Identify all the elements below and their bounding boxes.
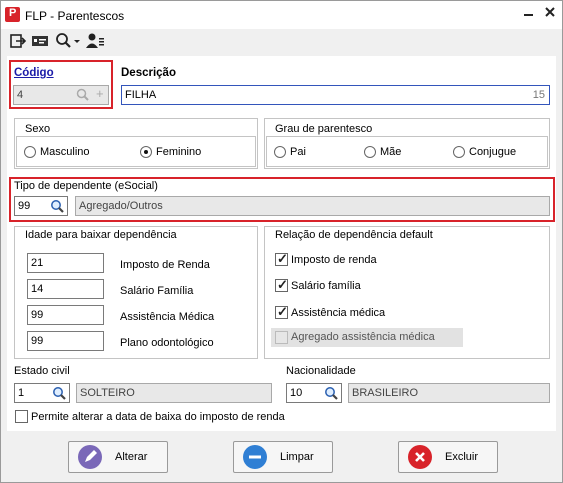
delete-icon	[408, 445, 432, 469]
idade-group-title: Idade para baixar dependência	[23, 229, 179, 241]
grau-group: Grau de parentesco Pai Mãe Conjugue	[264, 118, 550, 169]
estado-civil-description-text: SOLTEIRO	[80, 387, 135, 399]
grau-options-frame: Pai Mãe Conjugue	[266, 136, 548, 167]
search-icon[interactable]	[52, 386, 67, 402]
window-title: FLP - Parentescos	[25, 9, 125, 23]
toolbar	[1, 29, 562, 53]
clear-icon	[243, 445, 267, 469]
pai-label: Pai	[290, 146, 306, 158]
sexo-group-title: Sexo	[23, 123, 53, 135]
tipo-dependente-code-input[interactable]: 99	[14, 196, 68, 216]
relacao-assistencia-label: Assistência médica	[291, 307, 386, 319]
idade-assistencia-value: 99	[31, 309, 44, 321]
radio-feminino[interactable]	[140, 146, 152, 158]
idade-imposto-value: 21	[31, 257, 44, 269]
nacionalidade-code-input[interactable]: 10	[286, 383, 342, 403]
idade-salario-input[interactable]: 14	[27, 279, 104, 299]
codigo-value: 4	[17, 89, 24, 101]
button-bar: Alterar Limpar Excluir	[1, 433, 562, 482]
descricao-char-counter: 15	[532, 89, 545, 101]
checkbox-assistencia-medica[interactable]: ✓	[275, 304, 288, 319]
tipo-dependente-label: Tipo de dependente (eSocial)	[14, 180, 158, 192]
checkbox-salario-familia[interactable]: ✓	[275, 277, 288, 292]
idade-odonto-value: 99	[31, 335, 44, 347]
relacao-group: Relação de dependência default ✓ Imposto…	[264, 226, 550, 359]
form-panel: Código 4 + Descrição FILHA 15 Sexo Mascu…	[7, 56, 556, 431]
idade-assistencia-label: Assistência Médica	[120, 311, 215, 323]
search-dropdown-icon[interactable]	[55, 32, 81, 50]
checkbox-imposto-renda[interactable]: ✓	[275, 251, 288, 266]
alterar-button[interactable]: Alterar	[68, 441, 168, 473]
tipo-dependente-description-text: Agregado/Outros	[79, 200, 163, 212]
radio-pai[interactable]	[274, 146, 286, 158]
checkmark-icon: ✓	[277, 251, 288, 266]
relacao-salario-label: Salário família	[291, 280, 361, 292]
edit-icon	[78, 445, 102, 469]
limpar-button[interactable]: Limpar	[233, 441, 333, 473]
sexo-options-frame: Masculino Feminino	[16, 136, 256, 167]
radio-masculino[interactable]	[24, 146, 36, 158]
descricao-value: FILHA	[125, 89, 157, 101]
limpar-button-label: Limpar	[280, 451, 314, 463]
relacao-agregado-label: Agregado assistência médica	[291, 331, 435, 343]
plus-icon[interactable]: +	[96, 86, 104, 103]
tipo-dependente-description: Agregado/Outros	[75, 196, 550, 216]
exit-icon[interactable]	[9, 32, 27, 50]
title-bar: P FLP - Parentescos	[1, 1, 562, 29]
relacao-imposto-label: Imposto de renda	[291, 254, 377, 266]
close-icon[interactable]	[542, 6, 558, 22]
checkbox-permite-alterar[interactable]	[15, 410, 28, 423]
grau-group-title: Grau de parentesco	[273, 123, 375, 135]
agregado-disabled-row: Agregado assistência médica	[271, 328, 463, 347]
idade-odonto-input[interactable]: 99	[27, 331, 104, 351]
descricao-input[interactable]: FILHA 15	[121, 85, 550, 105]
radio-mae[interactable]	[364, 146, 376, 158]
checkbox-agregado-assistencia	[275, 331, 288, 344]
estado-civil-label: Estado civil	[14, 365, 70, 377]
feminino-label: Feminino	[156, 146, 202, 158]
conjugue-label: Conjugue	[469, 146, 517, 158]
codigo-input[interactable]: 4 +	[13, 85, 109, 105]
checkmark-icon: ✓	[277, 277, 288, 292]
nacionalidade-label: Nacionalidade	[286, 365, 356, 377]
minimize-icon[interactable]	[521, 6, 537, 22]
user-icon[interactable]	[85, 32, 105, 50]
idade-salario-label: Salário Família	[120, 285, 194, 297]
alterar-button-label: Alterar	[115, 451, 148, 463]
estado-civil-description: SOLTEIRO	[76, 383, 272, 403]
sexo-group: Sexo Masculino Feminino	[14, 118, 258, 169]
excluir-button[interactable]: Excluir	[398, 441, 498, 473]
checkmark-icon: ✓	[277, 304, 288, 319]
codigo-label: Código	[14, 67, 54, 79]
app-window: P FLP - Parentescos Código 4 + Descrição…	[0, 0, 563, 483]
excluir-button-label: Excluir	[445, 451, 479, 463]
search-icon[interactable]	[324, 386, 339, 402]
nacionalidade-code: 10	[290, 387, 303, 399]
relacao-group-title: Relação de dependência default	[273, 229, 435, 241]
descricao-label: Descrição	[121, 67, 176, 79]
masculino-label: Masculino	[40, 146, 90, 158]
permite-alterar-label: Permite alterar a data de baixa do impos…	[31, 411, 285, 423]
card-icon[interactable]	[31, 32, 49, 50]
idade-group: Idade para baixar dependência 21 Imposto…	[14, 226, 258, 359]
search-icon[interactable]	[50, 199, 65, 215]
idade-assistencia-input[interactable]: 99	[27, 305, 104, 325]
app-logo-icon: P	[5, 7, 20, 22]
tipo-dependente-code: 99	[18, 200, 31, 212]
estado-civil-code: 1	[18, 387, 25, 399]
idade-salario-value: 14	[31, 283, 44, 295]
search-icon[interactable]	[76, 88, 90, 104]
nacionalidade-description-text: BRASILEIRO	[352, 387, 419, 399]
idade-imposto-input[interactable]: 21	[27, 253, 104, 273]
idade-imposto-label: Imposto de Renda	[120, 259, 210, 271]
estado-civil-code-input[interactable]: 1	[14, 383, 70, 403]
radio-conjugue[interactable]	[453, 146, 465, 158]
nacionalidade-description: BRASILEIRO	[348, 383, 550, 403]
mae-label: Mãe	[380, 146, 402, 158]
idade-odonto-label: Plano odontológico	[120, 337, 214, 349]
